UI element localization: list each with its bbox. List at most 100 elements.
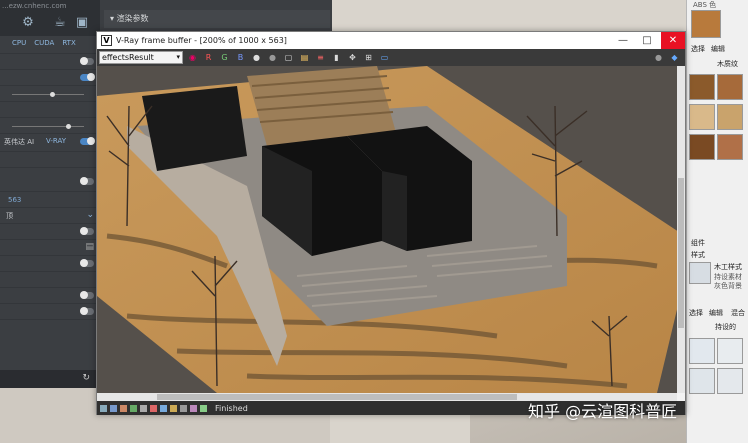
toggle-switch[interactable] [80,259,94,267]
denoiser-vray[interactable]: V-RAY [46,137,66,145]
pan-icon[interactable]: ✥ [346,51,359,64]
close-button[interactable]: ✕ [661,32,685,49]
channel-b-button[interactable]: B [234,51,247,64]
tab-edit[interactable]: 编辑 [711,44,725,54]
status-icon[interactable] [160,404,167,412]
settings-row [0,102,100,118]
settings-row [0,168,100,192]
channel-select[interactable]: effectsResult ▾ [99,51,183,64]
render-settings-title[interactable]: ▾ 渲染参数 [104,10,330,28]
dropdown-row[interactable]: 顶 ⌄ [0,208,100,224]
settings-row [0,304,100,320]
settings-row [0,152,100,168]
status-icon[interactable] [150,404,157,412]
status-icon[interactable] [140,404,147,412]
material-name: ABS 色 [693,1,717,9]
style-swatch[interactable] [717,368,743,394]
material-preview [691,10,721,38]
color-picker-icon[interactable]: ◉ [186,51,199,64]
denoiser-row: 英伟达 AI V-RAY [0,134,100,152]
section-components[interactable]: 组件 [691,238,705,248]
reset-icon[interactable]: ↻ [82,373,90,383]
swatch[interactable] [689,74,715,100]
rendered-scene [97,66,685,393]
vfb-titlebar[interactable]: V V-Ray frame buffer - [200% of 1000 x 5… [97,32,685,49]
default-tag: 持设的 [715,323,736,331]
vertical-scrollbar[interactable] [677,66,685,393]
quality-slider[interactable] [12,92,84,97]
toggle-switch[interactable] [80,307,94,315]
style-desc-2: 灰色背景 [714,282,742,290]
value-row: 563 [0,192,100,208]
toggle-switch[interactable] [80,57,94,65]
section-styles[interactable]: 样式 [691,250,705,260]
status-icon[interactable] [100,404,107,412]
tab-select-2[interactable]: 选择 [689,308,703,318]
scroll-thumb[interactable] [157,394,517,400]
swatch[interactable] [689,134,715,160]
settings-row [0,272,100,288]
status-icon[interactable] [110,404,117,412]
stop-icon[interactable]: ● [652,51,665,64]
toggle-switch[interactable] [80,291,94,299]
minimize-button[interactable]: — [611,32,635,49]
denoiser-nvidia[interactable]: 英伟达 AI [4,137,34,147]
maximize-button[interactable]: □ [635,32,659,49]
settings-row [0,54,100,70]
style-thumbnail [689,262,711,284]
file-icon[interactable]: ▤ [85,242,94,252]
toggle-switch[interactable] [80,227,94,235]
settings-row [0,70,100,86]
style-swatch[interactable] [689,338,715,364]
status-icon[interactable] [180,404,187,412]
scroll-thumb[interactable] [678,178,684,328]
style-swatch[interactable] [717,338,743,364]
settings-row [0,256,100,272]
tab-cpu[interactable]: CPU [12,39,26,47]
settings-topbar: ...ezw.cnhenc.com ⚙ ☕ ▣ [0,0,100,36]
watermark: 知乎 @云渲图科普匠 [528,402,678,421]
swatch[interactable] [717,104,743,130]
frame-buffer-icon[interactable]: ▣ [74,15,90,31]
toggle-switch[interactable] [80,137,95,145]
render-icon[interactable]: ◆ [668,51,681,64]
tab-cuda[interactable]: CUDA [34,39,54,47]
tab-mix[interactable]: 混合 [731,308,745,318]
open-folder-icon[interactable]: ▤ [298,51,311,64]
display-icon[interactable]: ▭ [378,51,391,64]
noise-slider[interactable] [12,124,84,129]
teapot-icon[interactable]: ☕ [52,15,68,31]
clear-icon[interactable]: ≡ [314,51,327,64]
render-mode-row: CPU CUDA RTX [0,36,100,54]
status-icon[interactable] [200,404,207,412]
lock-icon[interactable]: ▮ [330,51,343,64]
swatch[interactable] [717,134,743,160]
channel-r-button[interactable]: R [202,51,215,64]
toggle-switch[interactable] [80,73,95,81]
save-icon[interactable]: ▢ [282,51,295,64]
dropdown-label: 顶 [6,212,13,220]
swatch[interactable] [689,104,715,130]
chevron-down-icon: ▾ [176,53,180,61]
tab-select[interactable]: 选择 [691,44,705,54]
swatch[interactable] [717,74,743,100]
tab-edit-2[interactable]: 编辑 [709,308,723,318]
settings-row [0,86,100,102]
url-text: ...ezw.cnhenc.com [2,2,67,10]
status-icon[interactable] [120,404,127,412]
toggle-switch[interactable] [80,177,94,185]
settings-footer: ↻ [0,370,100,388]
white-circle-icon[interactable]: ● [250,51,263,64]
style-swatch[interactable] [689,368,715,394]
status-icon[interactable] [190,404,197,412]
chevron-down-icon[interactable]: ⌄ [86,210,94,220]
status-icon[interactable] [130,404,137,412]
gray-circle-icon[interactable]: ● [266,51,279,64]
gear-icon[interactable]: ⚙ [20,15,36,31]
channel-g-button[interactable]: G [218,51,231,64]
status-icon[interactable] [170,404,177,412]
tab-rtx[interactable]: RTX [62,39,75,47]
vray-logo-icon: V [101,35,112,46]
region-icon[interactable]: ⊞ [362,51,375,64]
render-settings-dialog: ▾ 渲染参数 [100,0,332,33]
